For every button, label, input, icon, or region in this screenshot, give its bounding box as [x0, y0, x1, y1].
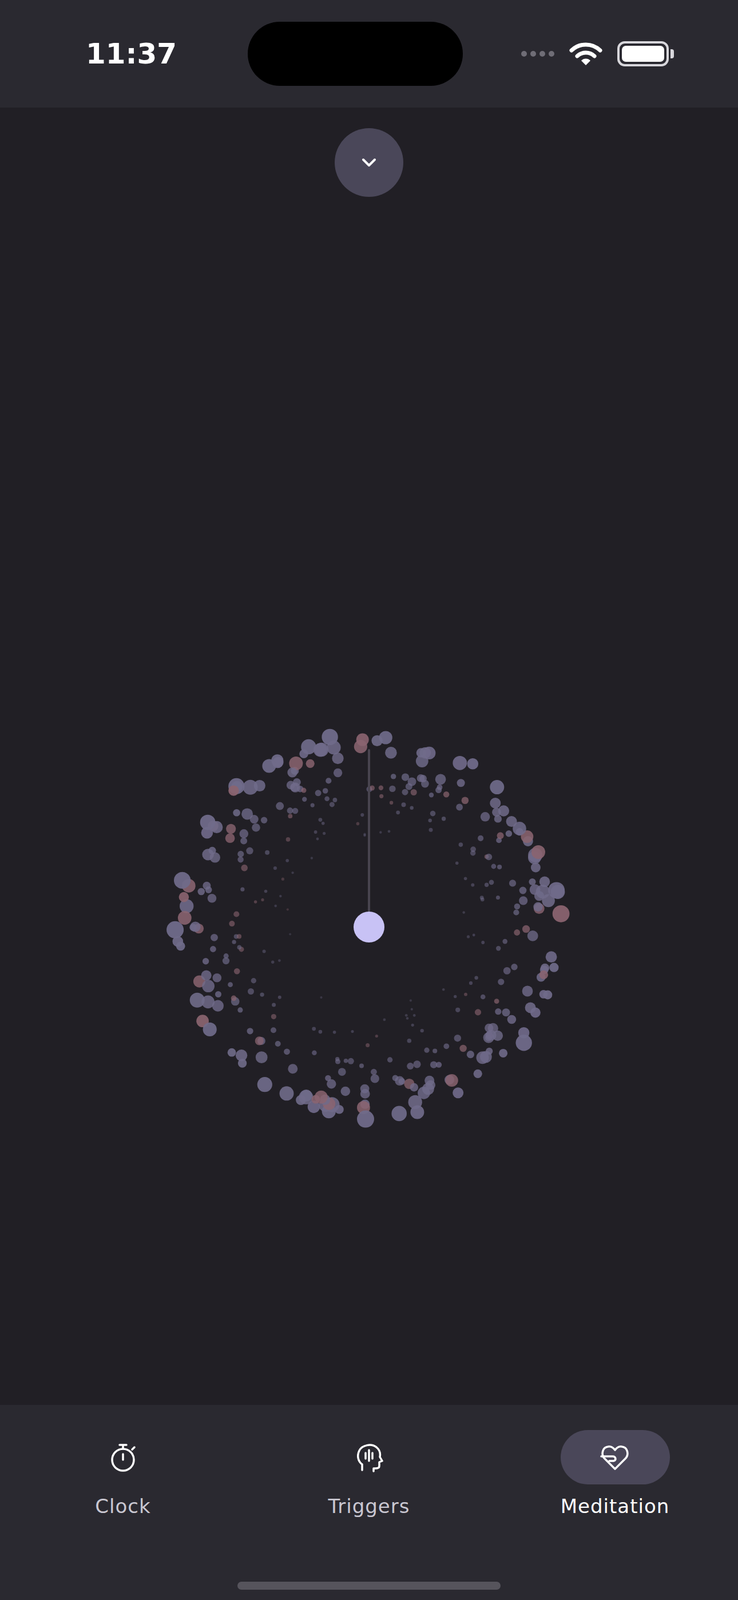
battery-icon [617, 41, 674, 67]
status-bar: 11:37 [0, 0, 738, 108]
tab-label[interactable]: Meditation [556, 1494, 675, 1518]
home-indicator [237, 1581, 501, 1590]
tab-label[interactable]: Clock [90, 1494, 156, 1518]
timer-handle[interactable] [353, 911, 385, 943]
head-brain-icon [351, 1439, 387, 1475]
collapse-button[interactable] [334, 128, 404, 197]
stopwatch-icon [105, 1439, 141, 1475]
app: 11:37 Clock Triggers Meditation [0, 0, 738, 1600]
tab-item[interactable]: Triggers [246, 1429, 492, 1518]
clock-time: 11:37 [85, 32, 189, 76]
dynamic-island [247, 21, 463, 86]
battery-fill [621, 45, 665, 62]
tab-indicator[interactable] [560, 1429, 670, 1485]
chevron-down-icon [357, 151, 381, 174]
meditation-screen [0, 107, 738, 1405]
tab-indicator[interactable] [68, 1429, 178, 1485]
heart-hands-icon [597, 1439, 633, 1475]
signal-icon [521, 50, 555, 57]
wifi-icon [569, 41, 603, 67]
tab-label[interactable]: Triggers [323, 1494, 415, 1518]
tab-indicator[interactable] [314, 1429, 424, 1485]
tab-bar: Clock Triggers Meditation [0, 1404, 738, 1600]
tab-item[interactable]: Meditation [492, 1429, 738, 1518]
tab-item[interactable]: Clock [0, 1429, 246, 1518]
meditation-visual [151, 709, 587, 1145]
